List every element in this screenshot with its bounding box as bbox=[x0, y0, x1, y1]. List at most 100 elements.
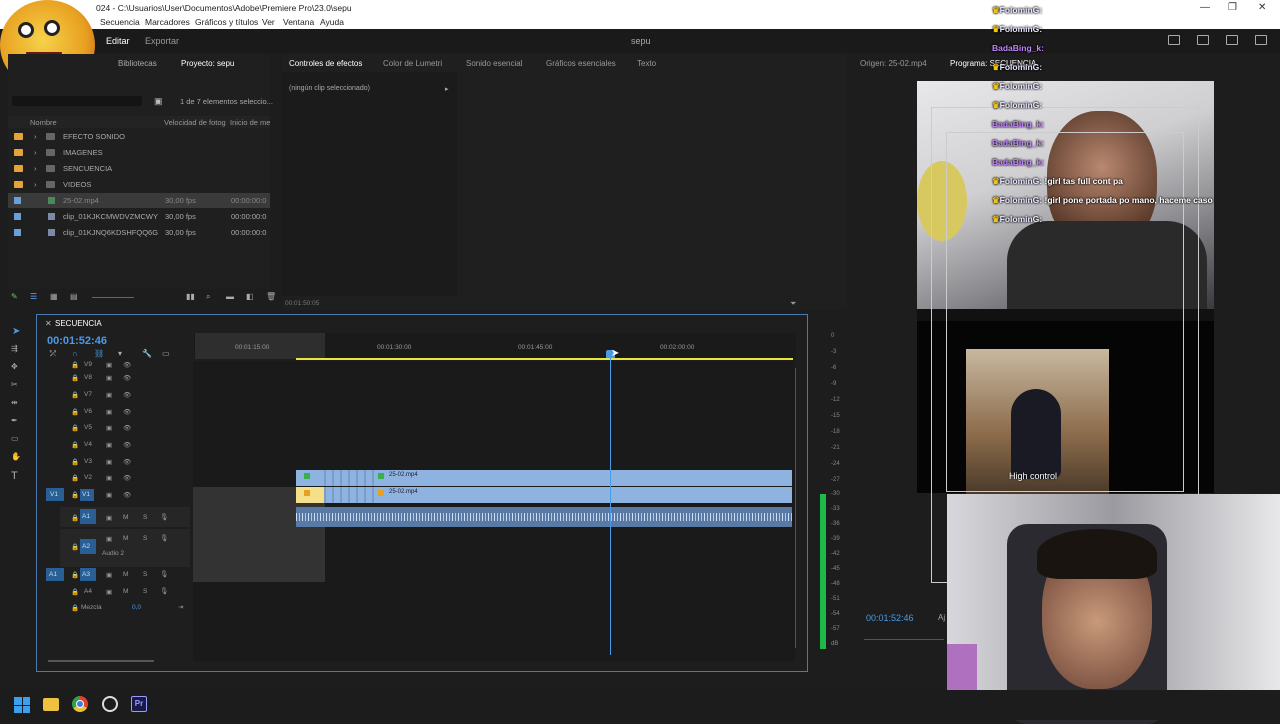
add-marker-icon[interactable]: ▾ bbox=[118, 349, 122, 358]
snap-icon[interactable]: ∩ bbox=[72, 349, 78, 358]
menu-secuencia[interactable]: Secuencia bbox=[100, 17, 140, 27]
clip-v1[interactable]: 25-02.mp4 bbox=[296, 487, 792, 503]
timeline-vertical-scrollbar[interactable] bbox=[795, 368, 796, 648]
list-item[interactable]: › SENCUENCIA bbox=[8, 162, 270, 176]
col-nombre[interactable]: Nombre bbox=[30, 118, 57, 127]
close-sequence-icon[interactable]: ✕ bbox=[45, 319, 52, 328]
share-icon[interactable] bbox=[1197, 35, 1209, 45]
pen-icon[interactable]: ✒ bbox=[11, 416, 18, 425]
folder-icon bbox=[46, 165, 55, 172]
new-item-icon[interactable]: ◧ bbox=[246, 292, 254, 301]
work-area-bar[interactable] bbox=[296, 358, 793, 360]
list-item[interactable]: clip_01KJNQ6KDSHFQQ6G 30,00 fps 00:00:00… bbox=[8, 226, 270, 240]
file-explorer-icon[interactable] bbox=[43, 698, 59, 711]
tab-controles-efectos[interactable]: Controles de efectos bbox=[289, 59, 362, 68]
chat-message: ♛FolominG: bbox=[992, 24, 1043, 34]
folder-color-icon bbox=[14, 165, 23, 172]
browser-strip bbox=[917, 309, 1214, 321]
chat-message: ♛FolominG: bbox=[992, 81, 1043, 91]
menu-marcadores[interactable]: Marcadores bbox=[145, 17, 190, 27]
track-header-a3: 🔒 A3 ▣ M S 🎙 bbox=[60, 568, 190, 582]
tab-exportar[interactable]: Exportar bbox=[145, 36, 179, 46]
program-scrubber[interactable] bbox=[864, 639, 944, 640]
search-icon[interactable]: ⌕ bbox=[206, 292, 210, 302]
chat-message: ♛FolominG: bbox=[992, 62, 1043, 72]
timeline-timecode[interactable]: 00:01:52:46 bbox=[47, 335, 107, 347]
sort-icon[interactable]: ▮▮ bbox=[186, 292, 195, 301]
workspace-header: Editar Exportar sepu bbox=[0, 29, 1280, 53]
minimize-button[interactable]: — bbox=[1200, 2, 1210, 13]
expand-arrow-icon[interactable]: ▸ bbox=[445, 85, 449, 93]
source-monitor-tab[interactable]: Origen: 25-02.mp4 bbox=[860, 59, 927, 68]
list-item-selected[interactable]: 25-02.mp4 30,00 fps 00:00:00:0 bbox=[8, 193, 270, 208]
clip-v2[interactable]: 25-02.mp4 bbox=[296, 470, 792, 486]
chat-message: BadaBing_k: bbox=[992, 119, 1044, 129]
workspaces-icon[interactable] bbox=[1168, 35, 1180, 45]
menu-ver[interactable]: Ver bbox=[262, 17, 275, 27]
folder-icon bbox=[46, 149, 55, 156]
rectangle-icon[interactable]: ▭ bbox=[11, 434, 19, 443]
pencil-icon[interactable]: ✎ bbox=[11, 292, 18, 301]
label-color-icon bbox=[14, 213, 21, 220]
tab-sonido-esencial[interactable]: Sonido esencial bbox=[466, 59, 522, 68]
obs-icon[interactable] bbox=[102, 696, 118, 712]
webcam-feed bbox=[947, 494, 1280, 724]
restore-button[interactable]: ❐ bbox=[1228, 2, 1237, 13]
track-header-a4: 🔒 A4 ▣ M S 🎙 bbox=[71, 588, 169, 596]
close-button[interactable]: ✕ bbox=[1258, 2, 1266, 13]
zoom-slider[interactable] bbox=[92, 297, 134, 298]
chat-message: ♛FolominG: bbox=[992, 214, 1043, 224]
hand-icon[interactable]: ✋ bbox=[11, 452, 21, 461]
premiere-pro-icon[interactable]: Pr bbox=[131, 696, 147, 712]
col-fps[interactable]: Velocidad de fotog bbox=[164, 118, 226, 127]
freeform-view-icon[interactable]: ▤ bbox=[70, 292, 78, 301]
filter-icon[interactable]: ⏷ bbox=[790, 299, 796, 309]
nest-icon[interactable]: ⤱ bbox=[50, 349, 56, 359]
track-select-icon[interactable]: ⇶ bbox=[11, 344, 18, 353]
wrench-icon[interactable]: 🔧 bbox=[142, 349, 152, 358]
ripple-edit-icon[interactable]: ✥ bbox=[11, 362, 18, 371]
list-view-icon[interactable]: ☰ bbox=[30, 292, 37, 301]
type-tool-icon[interactable]: T bbox=[11, 470, 18, 482]
linked-selection-icon[interactable]: ⛓ bbox=[94, 349, 104, 358]
tab-editar[interactable]: Editar bbox=[106, 36, 130, 46]
list-item[interactable]: › EFECTO SONIDO bbox=[8, 130, 270, 144]
menu-icon[interactable] bbox=[1226, 35, 1238, 45]
project-search-input[interactable] bbox=[12, 96, 142, 106]
captions-icon[interactable]: ▭ bbox=[162, 349, 170, 358]
trash-icon[interactable]: 🗑 bbox=[266, 292, 276, 301]
tab-bibliotecas[interactable]: Bibliotecas bbox=[118, 59, 157, 68]
list-item[interactable]: › IMAGENES bbox=[8, 146, 270, 160]
windows-start-icon[interactable] bbox=[14, 697, 30, 713]
sequence-icon bbox=[48, 213, 55, 220]
fit-dropdown[interactable]: Aj bbox=[938, 613, 945, 622]
clip-a1[interactable] bbox=[296, 507, 792, 527]
window-title: 024 - C:\Usuarios\User\Documentos\Adobe\… bbox=[96, 3, 352, 13]
slip-icon[interactable]: ⇹ bbox=[11, 398, 18, 407]
list-item[interactable]: › VIDEOS bbox=[8, 178, 270, 192]
icon-view-icon[interactable]: ▦ bbox=[50, 292, 58, 301]
razor-icon[interactable]: ✂ bbox=[11, 380, 18, 389]
menu-ayuda[interactable]: Ayuda bbox=[320, 17, 344, 27]
tab-texto[interactable]: Texto bbox=[637, 59, 656, 68]
selection-tool-icon[interactable]: ➤ bbox=[12, 326, 20, 337]
menu-ventana[interactable]: Ventana bbox=[283, 17, 314, 27]
new-bin-icon[interactable]: ▬ bbox=[226, 292, 234, 301]
fullscreen-icon[interactable] bbox=[1255, 35, 1267, 45]
mix-track-header: 🔒 Mezcla 0,0 ⇥ bbox=[71, 604, 184, 612]
playhead[interactable] bbox=[606, 350, 615, 655]
bin-icon[interactable]: ▣ bbox=[154, 96, 163, 107]
col-inicio[interactable]: Inicio de me bbox=[230, 118, 270, 127]
tab-proyecto[interactable]: Proyecto: sepu bbox=[181, 59, 234, 68]
folder-color-icon bbox=[14, 149, 23, 156]
sequence-tab[interactable]: SECUENCIA bbox=[55, 319, 102, 328]
tab-graficos-esenciales[interactable]: Gráficos esenciales bbox=[546, 59, 616, 68]
menu-graficos[interactable]: Gráficos y títulos bbox=[195, 17, 258, 27]
chrome-icon[interactable] bbox=[72, 696, 88, 712]
tab-lumetri[interactable]: Color de Lumetri bbox=[383, 59, 442, 68]
list-item[interactable]: clip_01KJKCMWDVZMCWY 30,00 fps 00:00:00:… bbox=[8, 210, 270, 224]
menu-bar: Secuencia Marcadores Gráficos y títulos … bbox=[0, 16, 1280, 29]
meter-level-bar bbox=[820, 494, 826, 649]
effects-list-area bbox=[282, 72, 457, 296]
timeline-horizontal-scrollbar[interactable] bbox=[48, 660, 154, 662]
